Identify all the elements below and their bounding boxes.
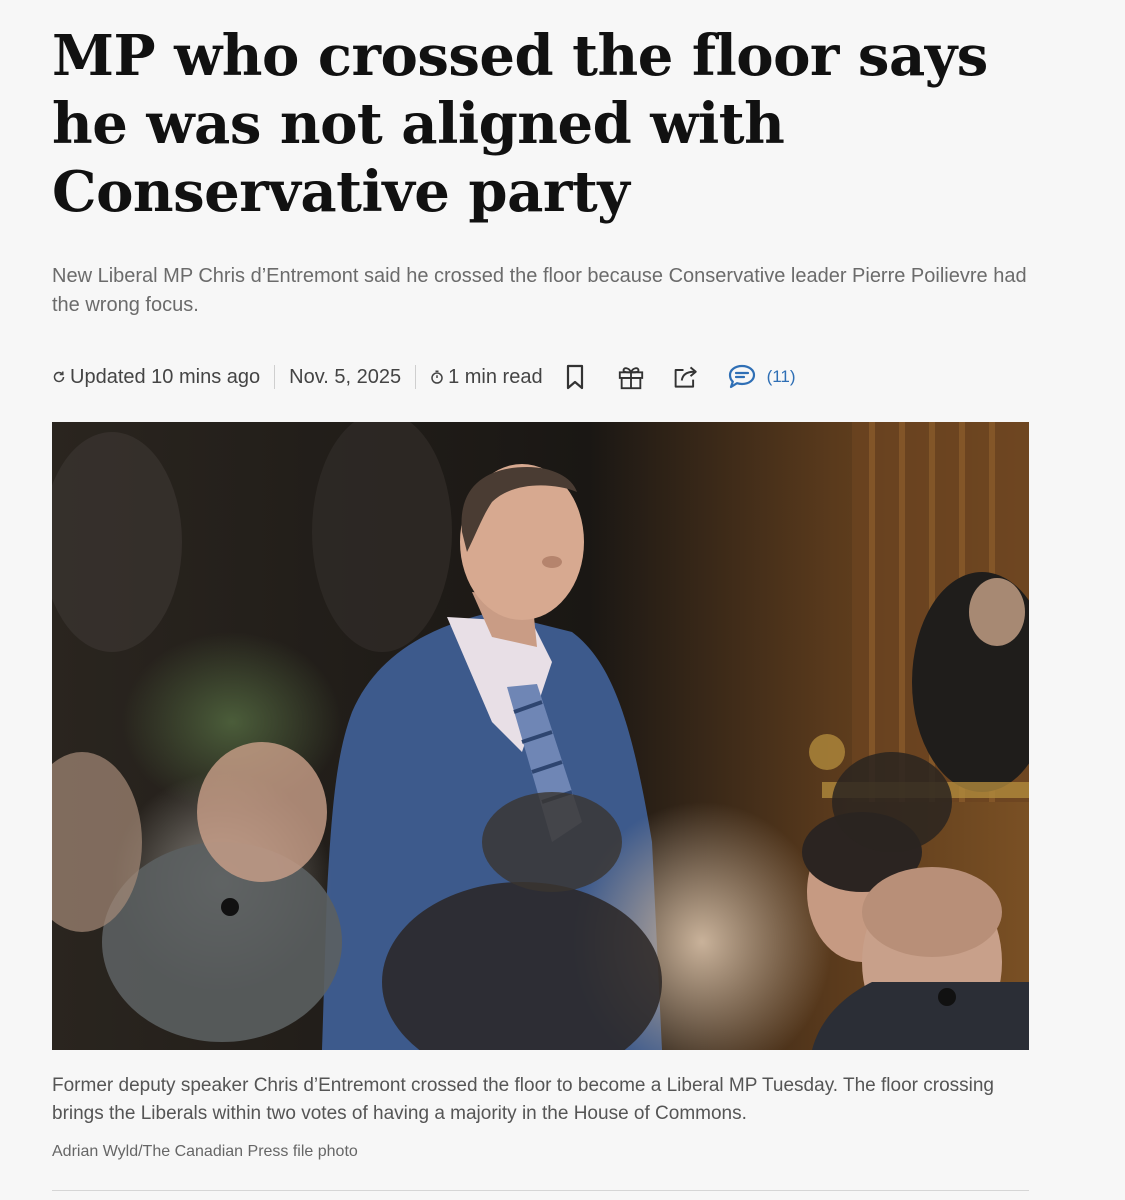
photo-credit: Adrian Wyld/The Canadian Press file phot… [52,1143,358,1160]
article-meta-bar: Updated 10 mins ago Nov. 5, 2025 1 min r… [52,360,796,394]
stopwatch-icon [431,370,443,384]
updated-label: Updated 10 mins ago [70,365,261,388]
share-button[interactable] [673,363,701,391]
share-icon [674,366,697,388]
meta-divider [274,365,276,389]
section-divider [52,1190,1029,1191]
comment-count: (11) [766,367,796,386]
photo-illustration [52,422,1029,1050]
photo-caption: Former deputy speaker Chris d’Entremont … [52,1075,995,1124]
updated-timestamp: Updated 10 mins ago [52,366,260,389]
article-deck: New Liberal MP Chris d’Entremont said he… [52,265,1027,316]
read-time-label: 1 min read [448,365,543,388]
bookmark-button[interactable] [561,363,589,391]
comment-icon [728,364,755,389]
gift-icon [618,367,643,390]
headline: MP who crossed the floor says he was not… [52,23,988,225]
read-time: 1 min read [430,366,543,389]
refresh-icon [53,371,65,383]
lead-photo [52,422,1029,1050]
publish-date: Nov. 5, 2025 [289,365,402,388]
meta-divider [415,365,417,389]
comments-button[interactable]: (11) [727,363,796,391]
bookmark-icon [566,364,583,390]
gift-article-button[interactable] [617,363,645,391]
